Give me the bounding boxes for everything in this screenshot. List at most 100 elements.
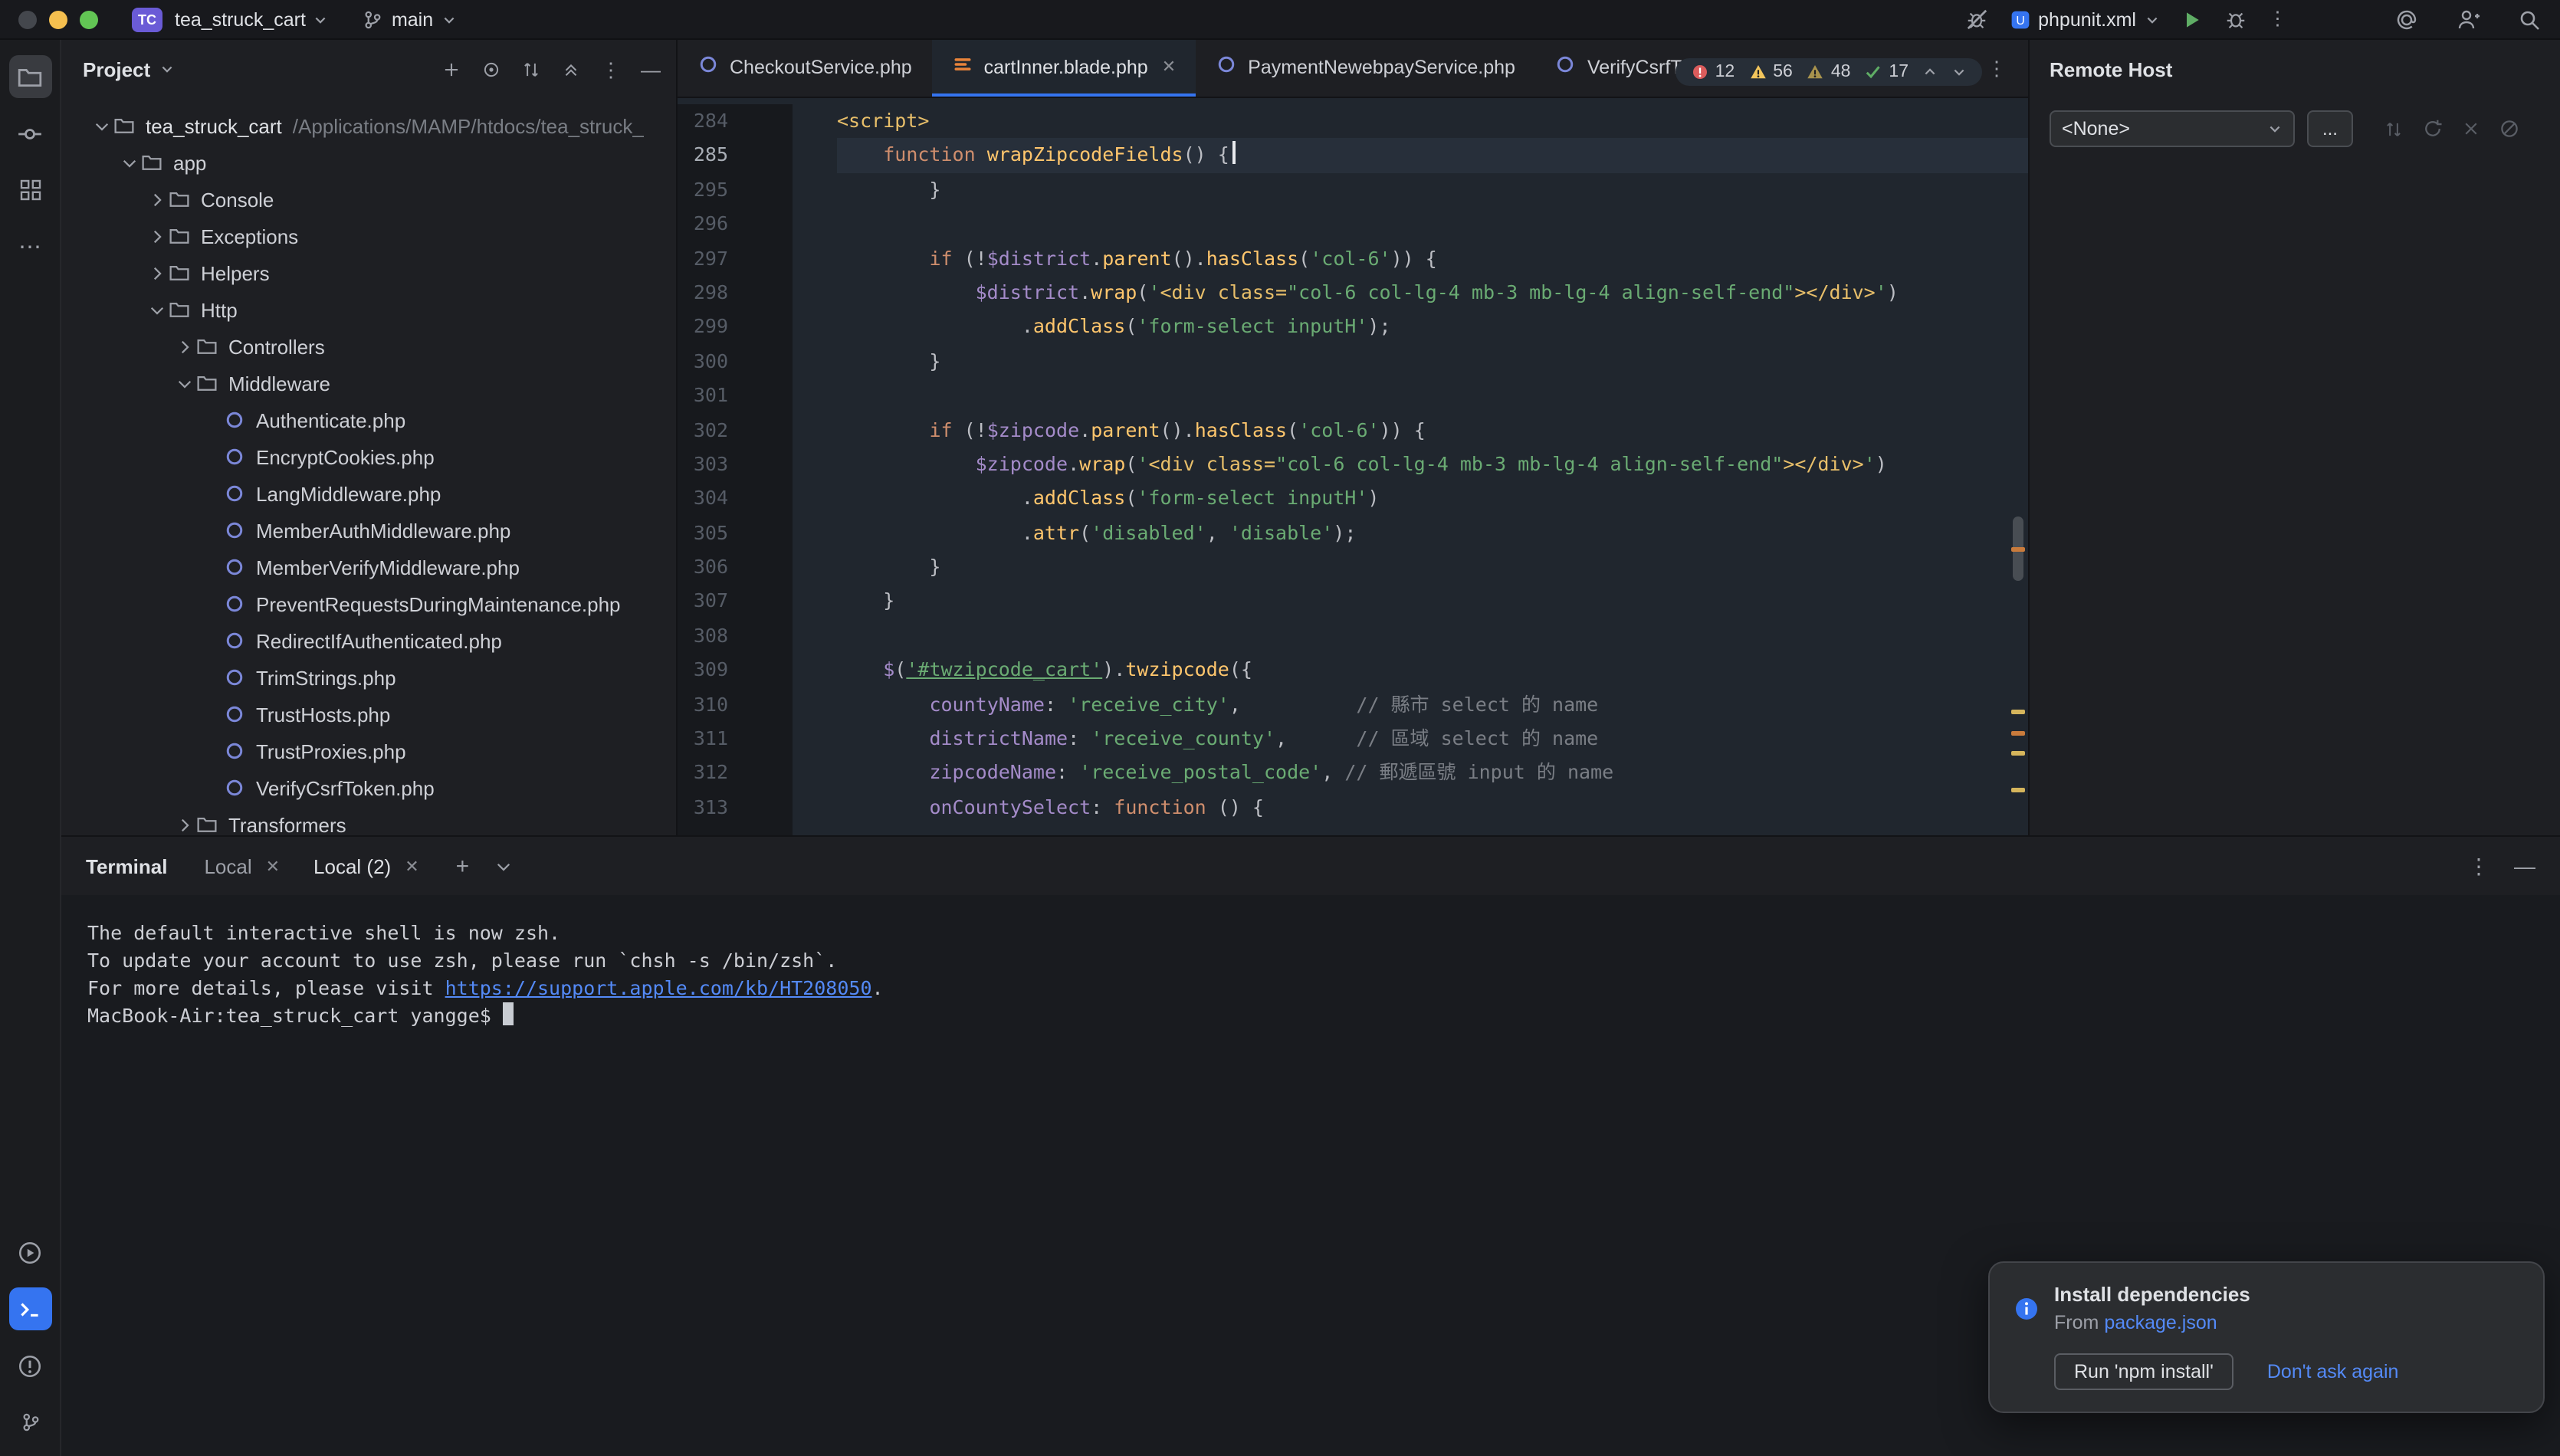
terminal-tool-icon[interactable] — [8, 1287, 51, 1330]
line-number[interactable]: 299 — [678, 310, 728, 345]
code-editor[interactable]: 2842852952962972982993003013023033043053… — [678, 98, 2028, 835]
tree-row[interactable]: TrustHosts.php — [61, 696, 676, 733]
line-number[interactable]: 313 — [678, 791, 728, 825]
next-problem-icon[interactable] — [1951, 64, 1967, 80]
run-tool-icon[interactable] — [8, 1231, 51, 1274]
tree-row[interactable]: Transformers — [61, 806, 676, 835]
code-line[interactable] — [837, 379, 2028, 413]
package-json-link[interactable]: package.json — [2104, 1312, 2217, 1333]
remote-host-dropdown[interactable]: <None> — [2050, 110, 2295, 147]
window-close-button[interactable] — [18, 10, 37, 28]
line-number[interactable]: 308 — [678, 619, 728, 654]
line-number[interactable]: 312 — [678, 756, 728, 791]
chevron-down-icon[interactable] — [117, 150, 141, 175]
code-with-me-icon[interactable] — [2456, 7, 2480, 31]
terminal-tab[interactable]: Local (2)✕ — [313, 854, 419, 877]
more-options-icon[interactable]: ⋮ — [601, 59, 621, 79]
more-actions-icon[interactable]: ⋮ — [2268, 10, 2287, 29]
code-line[interactable]: $('#twzipcode_cart').twzipcode({ — [837, 654, 2028, 688]
code-line[interactable]: } — [837, 550, 2028, 585]
previous-problem-icon[interactable] — [1922, 64, 1938, 80]
window-minimize-button[interactable] — [49, 10, 67, 28]
mute-breakpoints-icon[interactable] — [1964, 8, 1987, 31]
line-number[interactable]: 285 — [678, 139, 728, 173]
more-tool-windows-icon[interactable]: ⋯ — [8, 225, 51, 268]
terminal-link[interactable]: https://support.apple.com/kb/HT208050 — [445, 976, 872, 999]
line-number[interactable]: 295 — [678, 173, 728, 208]
line-number[interactable]: 301 — [678, 379, 728, 413]
tree-row[interactable]: TrustProxies.php — [61, 733, 676, 769]
close-icon[interactable]: ✕ — [1162, 57, 1176, 77]
line-number[interactable]: 310 — [678, 687, 728, 722]
tree-row[interactable]: Authenticate.php — [61, 402, 676, 438]
tree-row[interactable]: Controllers — [61, 328, 676, 365]
add-icon[interactable] — [441, 59, 461, 79]
terminal-tab[interactable]: Local✕ — [204, 854, 280, 877]
line-number[interactable]: 284 — [678, 104, 728, 139]
code-line[interactable]: zipcodeName: 'receive_postal_code', // 郵… — [837, 756, 2028, 791]
code-line[interactable]: districtName: 'receive_county', // 區域 se… — [837, 722, 2028, 756]
chevron-right-icon[interactable] — [172, 812, 196, 835]
tree-row[interactable]: EncryptCookies.php — [61, 438, 676, 475]
browse-button[interactable]: ... — [2307, 110, 2353, 147]
tree-row[interactable]: MemberVerifyMiddleware.php — [61, 549, 676, 585]
terminal-options-icon[interactable]: ⋮ — [2468, 855, 2489, 877]
version-control-tool-icon[interactable] — [8, 1401, 51, 1444]
line-number[interactable]: 296 — [678, 207, 728, 241]
tree-row[interactable]: RedirectIfAuthenticated.php — [61, 622, 676, 659]
editor-tab[interactable]: CheckoutService.php — [678, 40, 932, 97]
code-line[interactable]: if (!$district.parent().hasClass('col-6'… — [837, 241, 2028, 276]
tree-row[interactable]: PreventRequestsDuringMaintenance.php — [61, 585, 676, 622]
code-line[interactable]: } — [837, 585, 2028, 619]
chevron-right-icon[interactable] — [144, 187, 169, 212]
branch-selector[interactable]: main — [363, 8, 456, 30]
terminal-title[interactable]: Terminal — [86, 854, 167, 877]
line-number[interactable]: 304 — [678, 482, 728, 516]
code-line[interactable]: .attr('disabled', 'disable'); — [837, 516, 2028, 550]
code-line[interactable] — [837, 619, 2028, 654]
line-number[interactable]: 297 — [678, 241, 728, 276]
tree-row[interactable]: Exceptions — [61, 218, 676, 254]
code-line[interactable]: <script> — [837, 104, 2028, 139]
tree-row[interactable]: TrimStrings.php — [61, 659, 676, 696]
project-tool-icon[interactable] — [8, 55, 51, 98]
editor-options-icon[interactable]: ⋮ — [1987, 58, 2007, 78]
suspend-icon[interactable] — [2499, 118, 2520, 139]
tree-row[interactable]: app — [61, 144, 676, 181]
line-number[interactable]: 305 — [678, 516, 728, 550]
expand-all-icon[interactable] — [521, 59, 541, 79]
code-line[interactable]: countyName: 'receive_city', // 縣市 select… — [837, 687, 2028, 722]
collapse-all-icon[interactable] — [561, 59, 581, 79]
new-terminal-tab-icon[interactable]: + — [456, 854, 470, 877]
run-button[interactable] — [2181, 8, 2202, 30]
chevron-right-icon[interactable] — [144, 261, 169, 285]
terminal-tab-list-icon[interactable] — [494, 856, 514, 876]
structure-tool-icon[interactable] — [8, 169, 51, 212]
tree-row[interactable]: tea_struck_cart/Applications/MAMP/htdocs… — [61, 107, 676, 144]
problems-tool-icon[interactable] — [8, 1344, 51, 1387]
line-number[interactable]: 307 — [678, 585, 728, 619]
close-icon[interactable]: ✕ — [266, 856, 280, 876]
search-everywhere-icon[interactable] — [2517, 7, 2542, 31]
code-line[interactable]: $district.wrap('<div class="col-6 col-lg… — [837, 276, 2028, 310]
project-selector[interactable]: tea_struck_cart — [175, 8, 329, 30]
run-npm-install-button[interactable]: Run 'npm install' — [2054, 1353, 2233, 1390]
line-number[interactable]: 311 — [678, 722, 728, 756]
tree-row[interactable]: VerifyCsrfToken.php — [61, 769, 676, 806]
chevron-down-icon[interactable] — [172, 371, 196, 395]
line-number[interactable]: 303 — [678, 448, 728, 482]
hide-panel-icon[interactable]: — — [641, 59, 661, 79]
line-number[interactable]: 300 — [678, 344, 728, 379]
editor-tab[interactable]: PaymentNewebpayService.php — [1196, 40, 1535, 97]
commit-tool-icon[interactable] — [8, 112, 51, 155]
editor-tab[interactable]: cartInner.blade.php✕ — [932, 40, 1196, 97]
tree-row[interactable]: MemberAuthMiddleware.php — [61, 512, 676, 549]
chevron-right-icon[interactable] — [144, 224, 169, 248]
line-number[interactable]: 298 — [678, 276, 728, 310]
project-panel-title[interactable]: Project — [83, 57, 150, 80]
at-icon[interactable] — [2394, 7, 2419, 31]
chevron-down-icon[interactable] — [89, 113, 113, 138]
code-line[interactable]: } — [837, 173, 2028, 208]
tree-row[interactable]: Console — [61, 181, 676, 218]
chevron-down-icon[interactable] — [144, 297, 169, 322]
